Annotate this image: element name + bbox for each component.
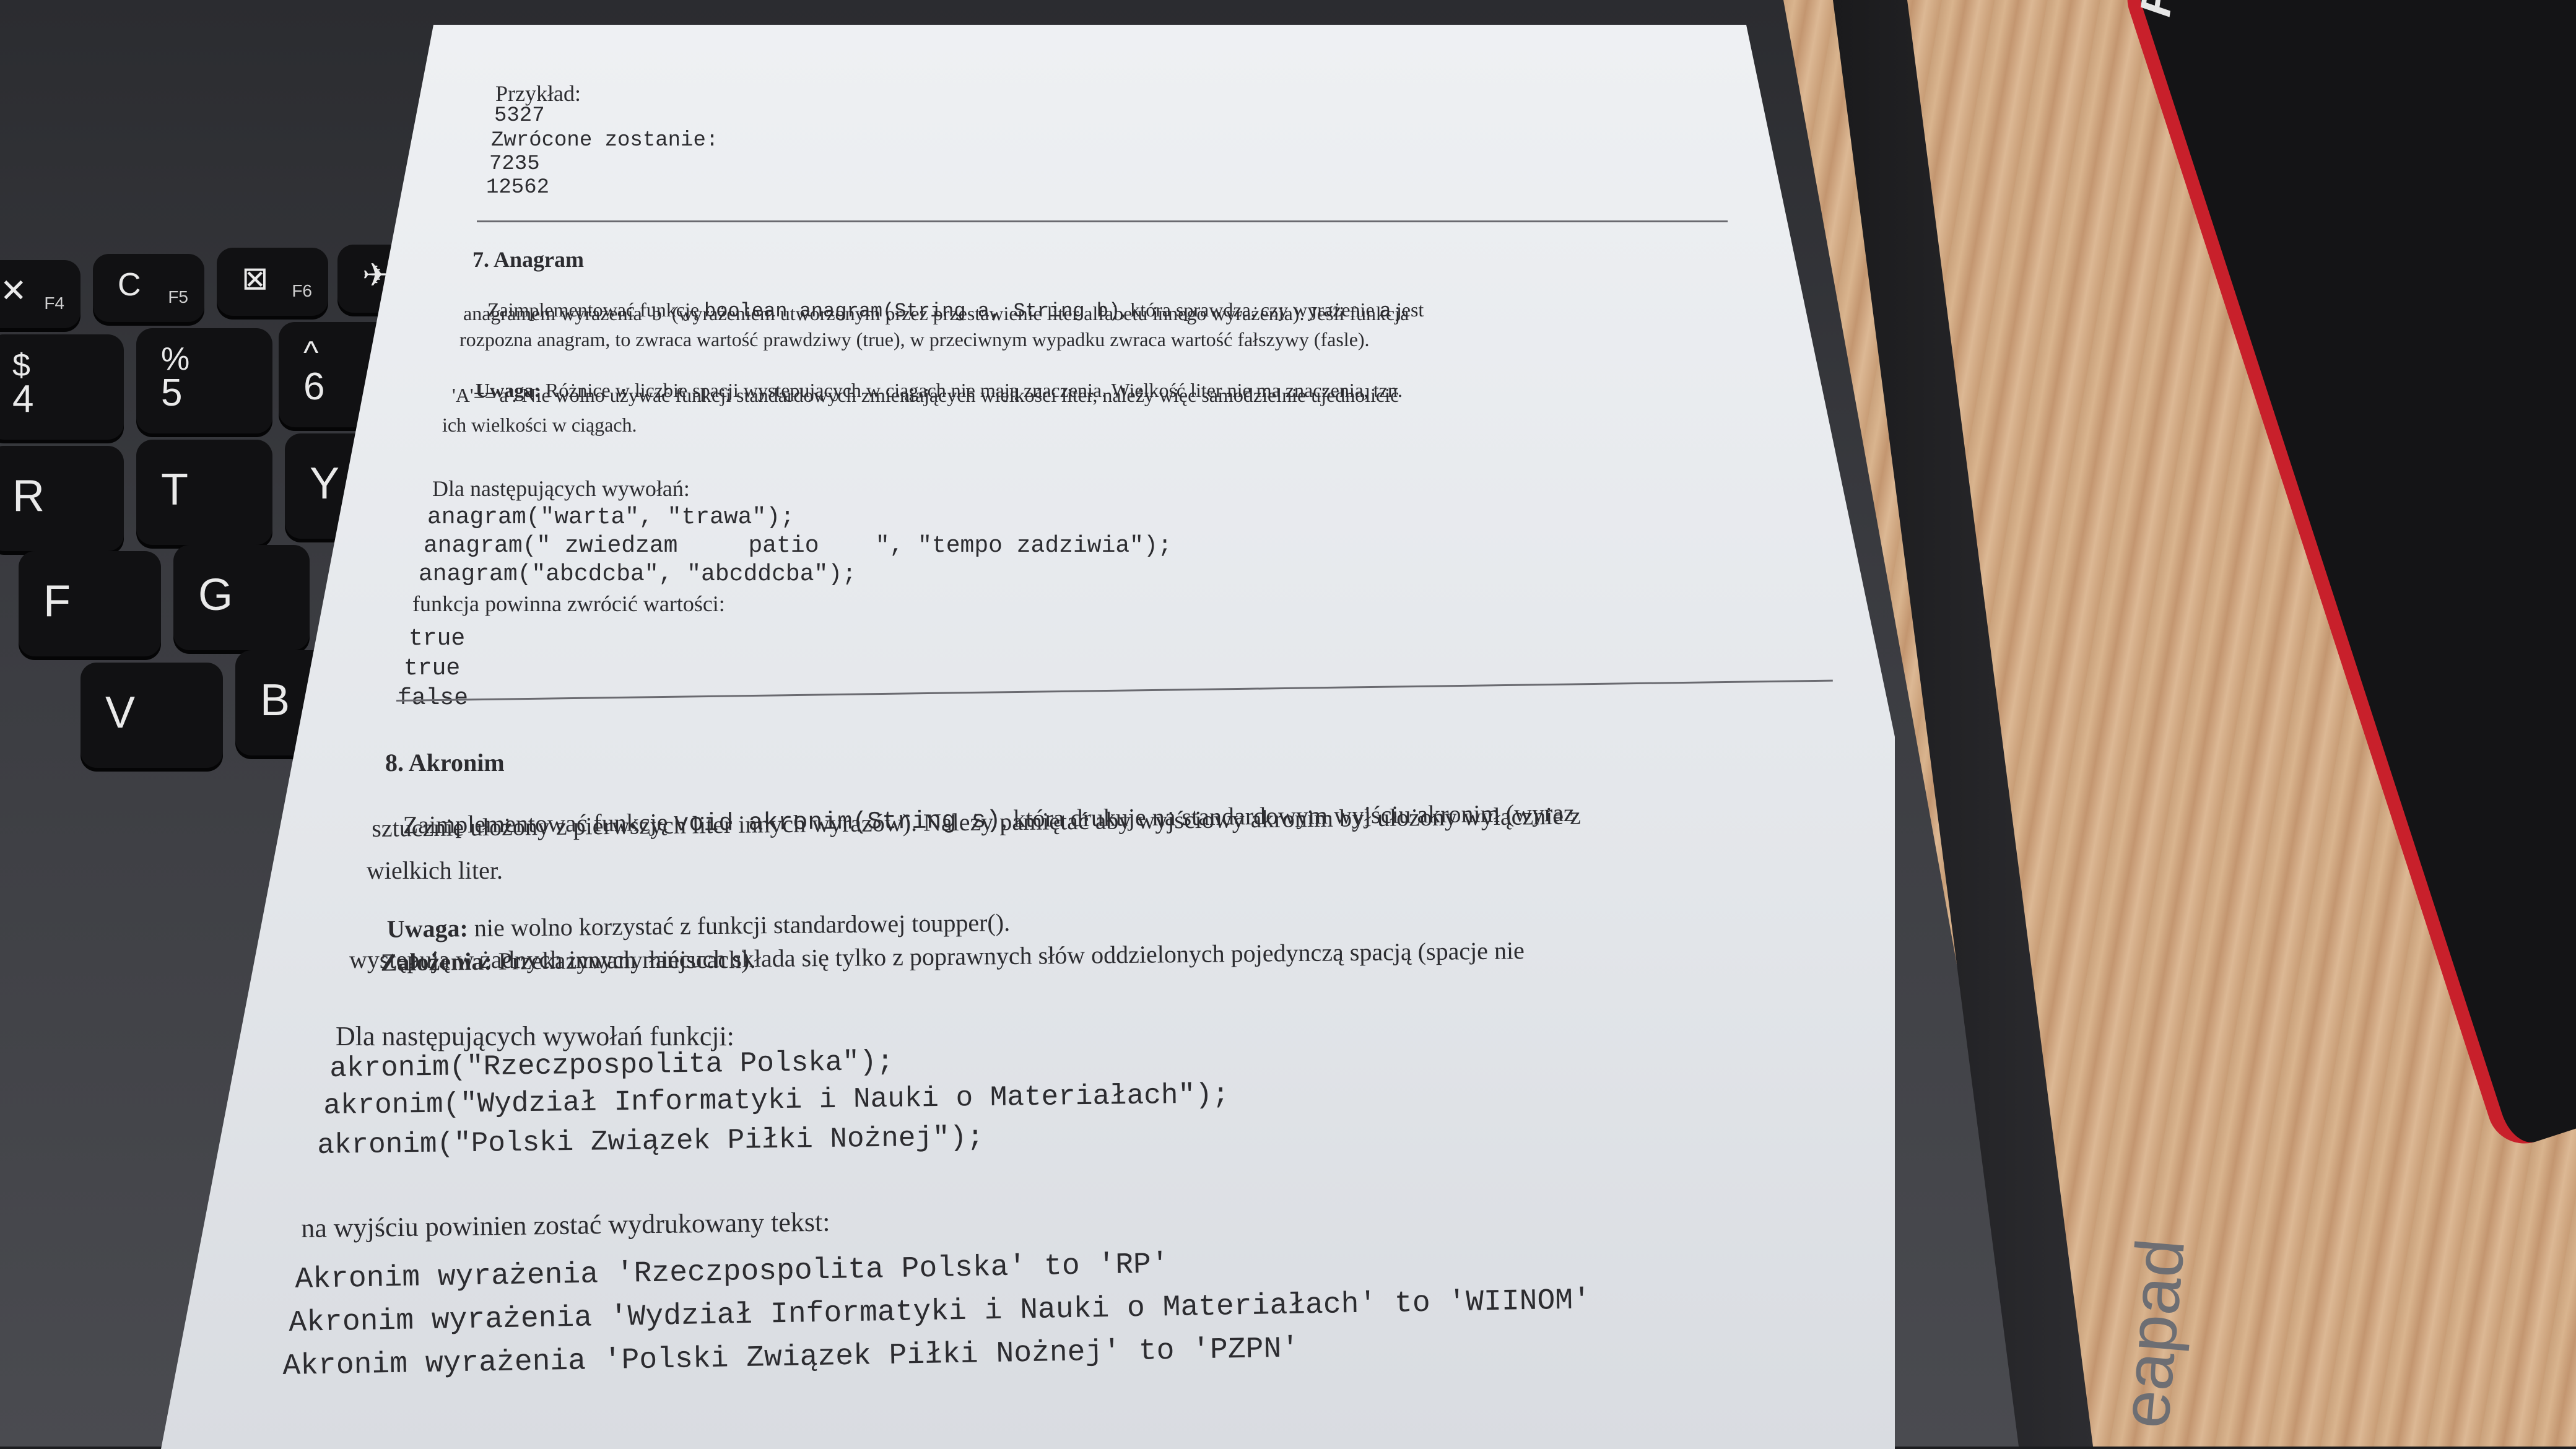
akronim-output-1: Akronim wyrażenia 'Rzeczpospolita Polska… bbox=[295, 1248, 1170, 1297]
anagram-paragraph-3: rozpozna anagram, to zwraca wartość praw… bbox=[459, 328, 1370, 350]
akronim-calls-label: Dla następujących wywołań funkcji: bbox=[336, 1021, 734, 1051]
example-output-2: 12562 bbox=[486, 176, 550, 199]
akronim-assumption-2: występują w żadnych innych miejscach). bbox=[349, 946, 756, 973]
anagram-call-1: anagram("warta", "trawa"); bbox=[427, 504, 794, 531]
akronim-call-1: akronim("Rzeczpospolita Polska"); bbox=[329, 1045, 894, 1085]
anagram-paragraph-2: anagramem wyrażenia b (wyrażeniem utworz… bbox=[463, 302, 1409, 324]
anagram-result-3: false bbox=[398, 685, 469, 711]
anagram-result-label: funkcja powinna zwrócić wartości: bbox=[412, 591, 725, 616]
akronim-heading: 8. Akronim bbox=[385, 749, 505, 777]
anagram-call-2: anagram(" zwiedzam patio ", "tempo zadzi… bbox=[424, 533, 1172, 559]
anagram-result-2: true bbox=[404, 655, 461, 682]
divider-2 bbox=[396, 679, 1833, 702]
anagram-call-3: anagram("abcdcba", "abcddcba"); bbox=[419, 561, 856, 588]
anagram-note-3: ich wielkości w ciągach. bbox=[442, 414, 637, 436]
akronim-call-3: akronim("Polski Związek Piłki Nożnej"); bbox=[317, 1121, 985, 1162]
printed-text: Przykład: 5327 Zwrócone zostanie: 7235 1… bbox=[0, 0, 2576, 1447]
example-input: 5327 bbox=[494, 104, 545, 128]
akronim-paragraph-3: wielkich liter. bbox=[367, 856, 503, 884]
akronim-output-label: na wyjściu powinien zostać wydrukowany t… bbox=[301, 1206, 830, 1243]
anagram-heading: 7. Anagram bbox=[472, 247, 584, 272]
example-label: Przykład: bbox=[495, 81, 581, 106]
example-returned-label: Zwrócone zostanie: bbox=[491, 129, 719, 152]
anagram-result-1: true bbox=[409, 625, 466, 652]
example-output-1: 7235 bbox=[489, 152, 540, 176]
divider-1 bbox=[477, 220, 1728, 222]
anagram-note-2: 'A'=='a'. Nie wolno używać funkcji stand… bbox=[452, 384, 1399, 406]
akronim-output-3: Akronim wyrażenia 'Polski Związek Piłki … bbox=[282, 1332, 1300, 1383]
akronim-call-2: akronim("Wydział Informatyki i Nauki o M… bbox=[323, 1079, 1230, 1122]
anagram-calls-label: Dla następujących wywołań: bbox=[432, 476, 690, 501]
